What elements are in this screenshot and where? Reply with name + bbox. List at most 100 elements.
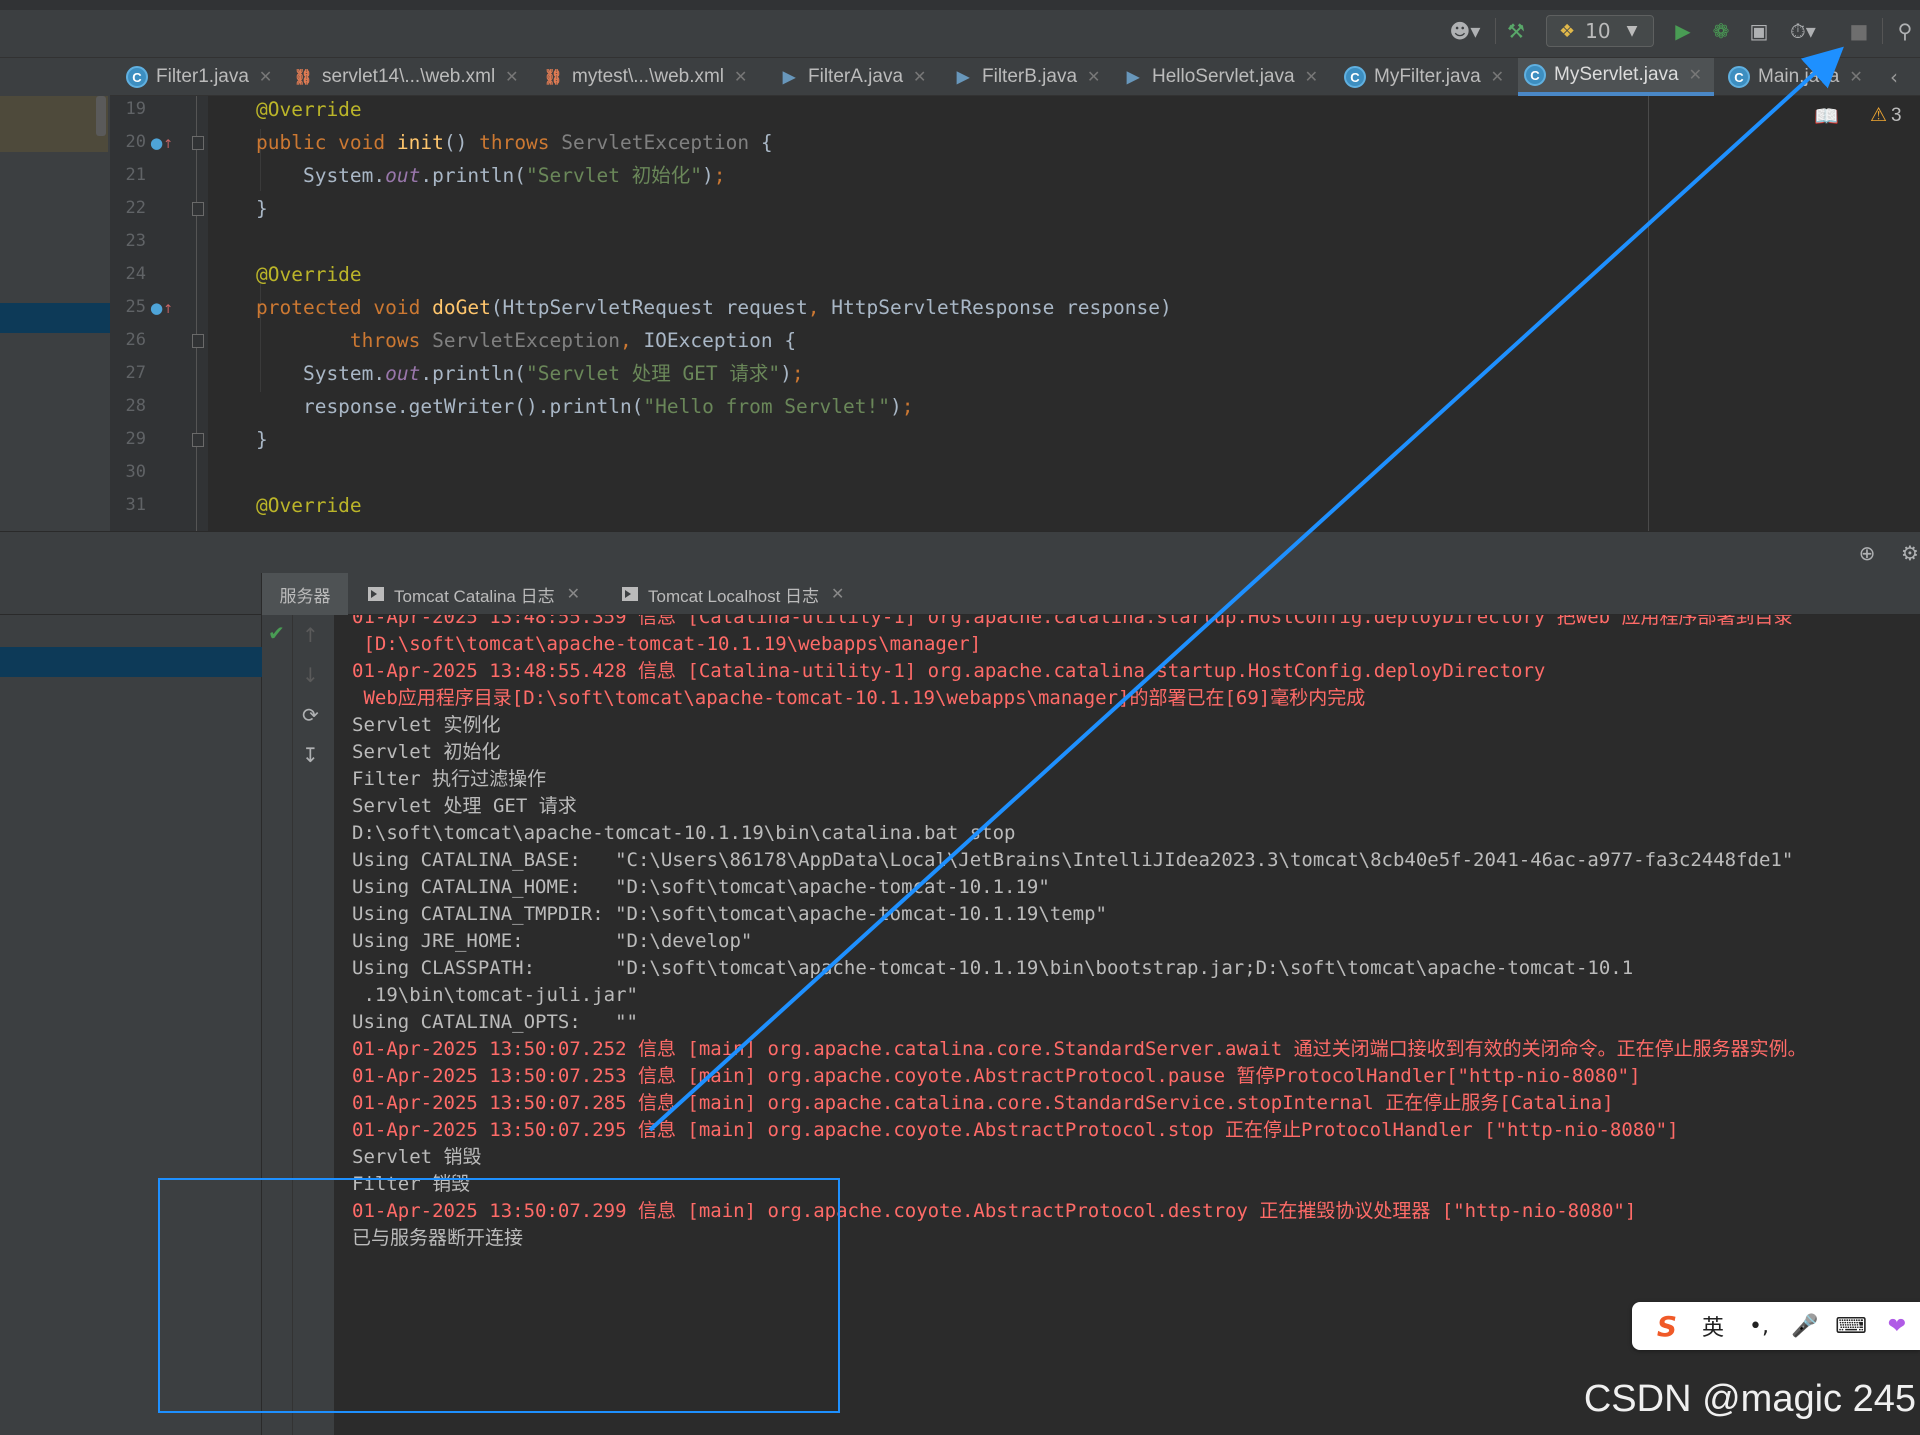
code-text: response.getWriter().println("Hello from… — [256, 395, 914, 418]
line-number: 27 — [125, 363, 146, 383]
close-icon[interactable]: ✕ — [1849, 67, 1862, 87]
editor-tab-label: mytest\...\web.xml — [572, 66, 725, 87]
run-icon[interactable]: ▶ — [1668, 14, 1698, 48]
scroll-up-icon[interactable]: ↑ — [302, 623, 319, 647]
close-icon[interactable]: ✕ — [259, 67, 272, 87]
punctuation-icon[interactable]: •, — [1736, 1314, 1782, 1339]
close-icon[interactable]: ✕ — [1689, 65, 1702, 85]
fold-icon[interactable] — [192, 202, 204, 216]
debug-icon[interactable]: ❁ — [1706, 14, 1736, 48]
code-text: public void init() throws ServletExcepti… — [256, 131, 773, 154]
console-line: 已与服务器断开连接 — [352, 1227, 524, 1249]
editor-tab[interactable]: C Main.java ✕ — [1722, 58, 1870, 96]
microphone-icon[interactable]: 🎤 — [1782, 1314, 1828, 1339]
editor-tab[interactable]: ⛓ mytest\...\web.xml ✕ — [536, 58, 762, 96]
editor-tab[interactable]: ▶ FilterA.java ✕ — [772, 58, 938, 96]
java-class-icon: C — [1344, 66, 1366, 88]
java-class-icon: C — [126, 66, 148, 88]
more-tabs-icon[interactable]: ‹ — [1890, 58, 1920, 96]
editor-tab-label: FilterB.java — [982, 66, 1078, 87]
warning-icon: ⚠ — [1870, 105, 1888, 126]
reader-mode-icon[interactable]: 📖 — [1814, 104, 1839, 128]
fold-icon[interactable] — [192, 433, 204, 447]
scroll-down-icon[interactable]: ↓ — [302, 663, 319, 687]
warnings-count: 3 — [1891, 105, 1902, 126]
line-number: 29 — [125, 429, 146, 449]
line-number: 28 — [125, 396, 146, 416]
scrollbar[interactable] — [96, 96, 106, 136]
title-strip — [0, 0, 1920, 10]
skin-icon[interactable]: ❤ — [1874, 1314, 1920, 1339]
profile-icon[interactable]: ⏱▾ — [1782, 14, 1824, 48]
right-margin-line — [1648, 96, 1649, 531]
tab-catalina-label: Tomcat Catalina 日志 — [394, 586, 555, 606]
console-icon — [622, 587, 638, 601]
close-icon[interactable]: ✕ — [831, 584, 844, 604]
services-panel-header: ⊕ ⚙ — [0, 531, 1920, 573]
search-icon[interactable]: ⚲ — [1890, 14, 1920, 48]
refresh-icon[interactable]: ⟳ — [302, 703, 319, 727]
line-number: 31 — [125, 495, 146, 515]
target-icon[interactable]: ⊕ — [1852, 536, 1882, 570]
sogou-logo-icon[interactable]: S — [1644, 1310, 1690, 1343]
editor-tab[interactable]: ▶ FilterB.java ✕ — [946, 58, 1108, 96]
xml-file-icon: ⛓ — [293, 69, 313, 86]
close-icon[interactable]: ✕ — [1087, 67, 1100, 87]
editor-tab-label: Main.java — [1758, 66, 1840, 87]
code-text: @Override — [256, 494, 362, 517]
ime-language-toggle[interactable]: 英 — [1690, 1310, 1736, 1342]
xml-file-icon: ⛓ — [543, 69, 563, 86]
close-icon[interactable]: ✕ — [505, 67, 518, 87]
user-icon[interactable]: ☻▾ — [1442, 14, 1488, 48]
editor-tab[interactable]: C Filter1.java ✕ — [120, 58, 280, 96]
editor-tab-label: MyServlet.java — [1554, 64, 1679, 85]
line-number: 25 — [125, 297, 146, 317]
warnings-indicator[interactable]: ⚠ 3 — [1870, 104, 1902, 127]
java-file-icon: ▶ — [782, 69, 796, 86]
selected-service-row[interactable] — [0, 647, 262, 677]
editor-tab[interactable]: ▶ HelloServlet.java ✕ — [1116, 58, 1330, 96]
line-number: 26 — [125, 330, 146, 350]
close-icon[interactable]: ✕ — [1305, 67, 1318, 87]
editor-tab[interactable]: ⛓ servlet14\...\web.xml ✕ — [286, 58, 530, 96]
close-icon[interactable]: ✕ — [567, 584, 580, 604]
code-text: } — [256, 428, 268, 451]
code-editor[interactable]: 19 @Override 20 ●↑ public void init() th… — [110, 96, 1920, 531]
code-text: protected void doGet(HttpServletRequest … — [256, 296, 1172, 319]
services-tree-header — [0, 573, 262, 615]
gear-icon[interactable]: ⚙ — [1900, 536, 1920, 570]
editor-tab[interactable]: C MyServlet.java ✕ — [1518, 58, 1714, 96]
editor-tab[interactable]: C MyFilter.java ✕ — [1338, 58, 1510, 96]
code-text: @Override — [256, 98, 362, 121]
close-icon[interactable]: ✕ — [734, 67, 747, 87]
close-icon[interactable]: ✕ — [913, 67, 926, 87]
tomcat-icon: ❖ — [1559, 20, 1576, 42]
tab-server[interactable]: 服务器 — [262, 573, 348, 615]
java-class-icon: C — [1728, 66, 1750, 88]
coverage-icon[interactable]: ▣ — [1744, 14, 1774, 48]
ime-toolbar: S 英 •, 🎤 ⌨ ❤ — [1632, 1302, 1920, 1350]
code-text: throws ServletException, IOException { — [349, 329, 797, 352]
java-file-icon: ▶ — [1126, 69, 1140, 86]
console-line: 01-Apr-2025 13:50:07.295 信息 [main] org.a… — [352, 1119, 1679, 1141]
console-icon — [368, 587, 384, 601]
run-config-selector[interactable]: ❖ 10 ▼ — [1546, 15, 1654, 47]
highlight-row — [0, 96, 108, 152]
fold-icon[interactable] — [192, 334, 204, 348]
tab-catalina-log[interactable]: Tomcat Catalina 日志 ✕ — [368, 573, 580, 615]
line-number: 23 — [125, 231, 146, 251]
fold-icon[interactable] — [192, 136, 204, 150]
selected-row[interactable] — [0, 303, 110, 333]
keyboard-icon[interactable]: ⌨ — [1828, 1314, 1874, 1339]
console-line: Web应用程序目录[D:\soft\tomcat\apache-tomcat-1… — [352, 687, 1366, 709]
build-icon[interactable]: ⚒ — [1500, 14, 1532, 48]
editor-tab-label: Filter1.java — [156, 66, 249, 87]
tab-localhost-log[interactable]: Tomcat Localhost 日志 ✕ — [622, 573, 844, 615]
editor-tab-label: servlet14\...\web.xml — [322, 66, 496, 87]
override-marker-icon[interactable]: ●↑ — [150, 134, 173, 152]
console-actions: ✔ ↑ ↓ ⟳ ↧ — [262, 615, 334, 1435]
scroll-to-end-icon[interactable]: ↧ — [302, 743, 319, 767]
stop-icon[interactable]: ■ — [1844, 14, 1874, 48]
override-marker-icon[interactable]: ●↑ — [150, 299, 173, 317]
close-icon[interactable]: ✕ — [1491, 67, 1504, 87]
